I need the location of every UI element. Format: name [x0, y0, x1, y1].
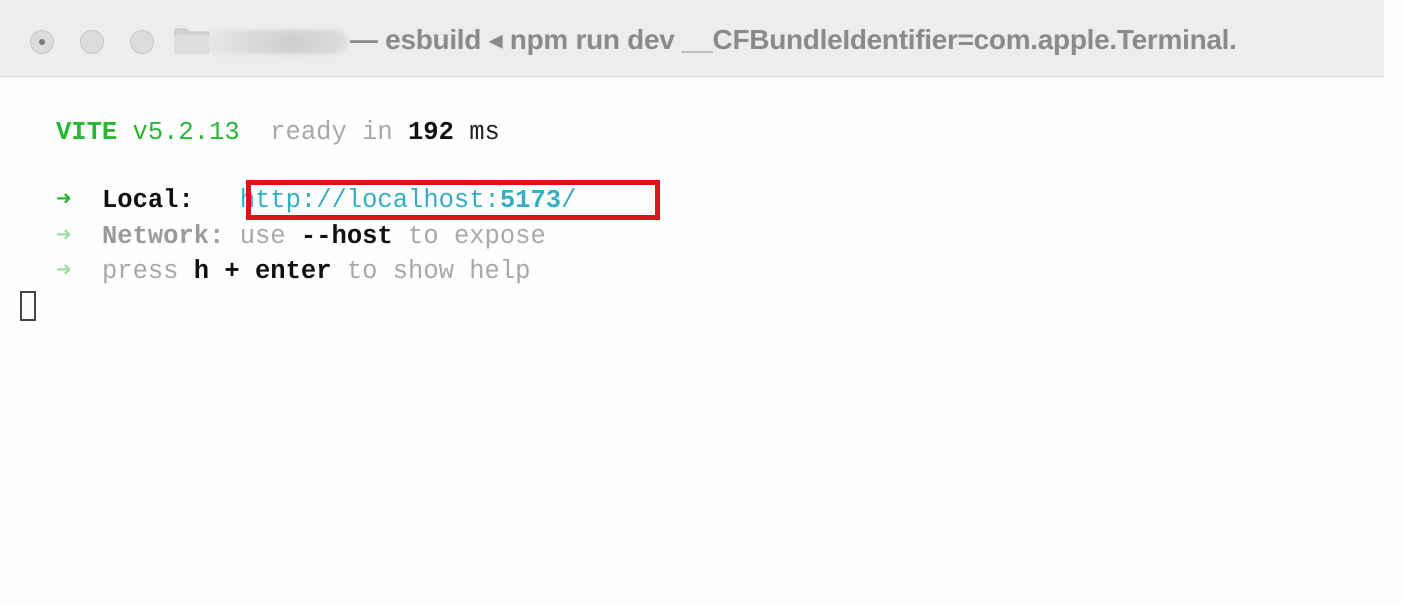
ready-time: 192: [407, 118, 454, 147]
minimize-window-button[interactable]: [80, 30, 104, 54]
folder-icon: [174, 28, 210, 54]
window-title: — esbuild ◂ npm run dev __CFBundleIdenti…: [350, 24, 1237, 55]
help-press-text: press: [71, 257, 194, 286]
ready-text: ready in: [239, 118, 408, 147]
titlebar-edge: [1384, 0, 1403, 76]
host-flag: --host: [300, 222, 393, 251]
zoom-window-button[interactable]: [130, 30, 154, 54]
network-use-text: use: [224, 222, 301, 251]
local-arrow-icon: ➜: [56, 186, 72, 215]
terminal-cursor: [20, 291, 36, 321]
redacted-path: [208, 30, 348, 54]
network-label: Network:: [71, 222, 225, 251]
help-arrow-icon: ➜: [56, 257, 72, 286]
help-show-text: to show help: [331, 257, 531, 286]
help-line: ➜ press h + enter to show help: [56, 257, 530, 287]
terminal-window: — esbuild ◂ npm run dev __CFBundleIdenti…: [0, 0, 1403, 605]
terminal-output[interactable]: VITE v5.2.13 ready in 192 ms ➜ Local: ht…: [0, 77, 1403, 605]
network-expose-text: to expose: [392, 222, 546, 251]
vite-ready-line: VITE v5.2.13 ready in 192 ms: [56, 118, 500, 148]
local-label: Local:: [71, 186, 240, 215]
vite-label: VITE: [56, 118, 118, 147]
network-line: ➜ Network: use --host to expose: [56, 222, 546, 252]
close-window-button[interactable]: [30, 30, 54, 54]
title-bar[interactable]: — esbuild ◂ npm run dev __CFBundleIdenti…: [0, 0, 1384, 77]
help-keys: h + enter: [193, 257, 332, 286]
vite-version: v5.2.13: [117, 118, 240, 147]
url-highlight-box: [246, 180, 660, 220]
network-arrow-icon: ➜: [56, 222, 72, 251]
ready-unit: ms: [453, 118, 500, 147]
